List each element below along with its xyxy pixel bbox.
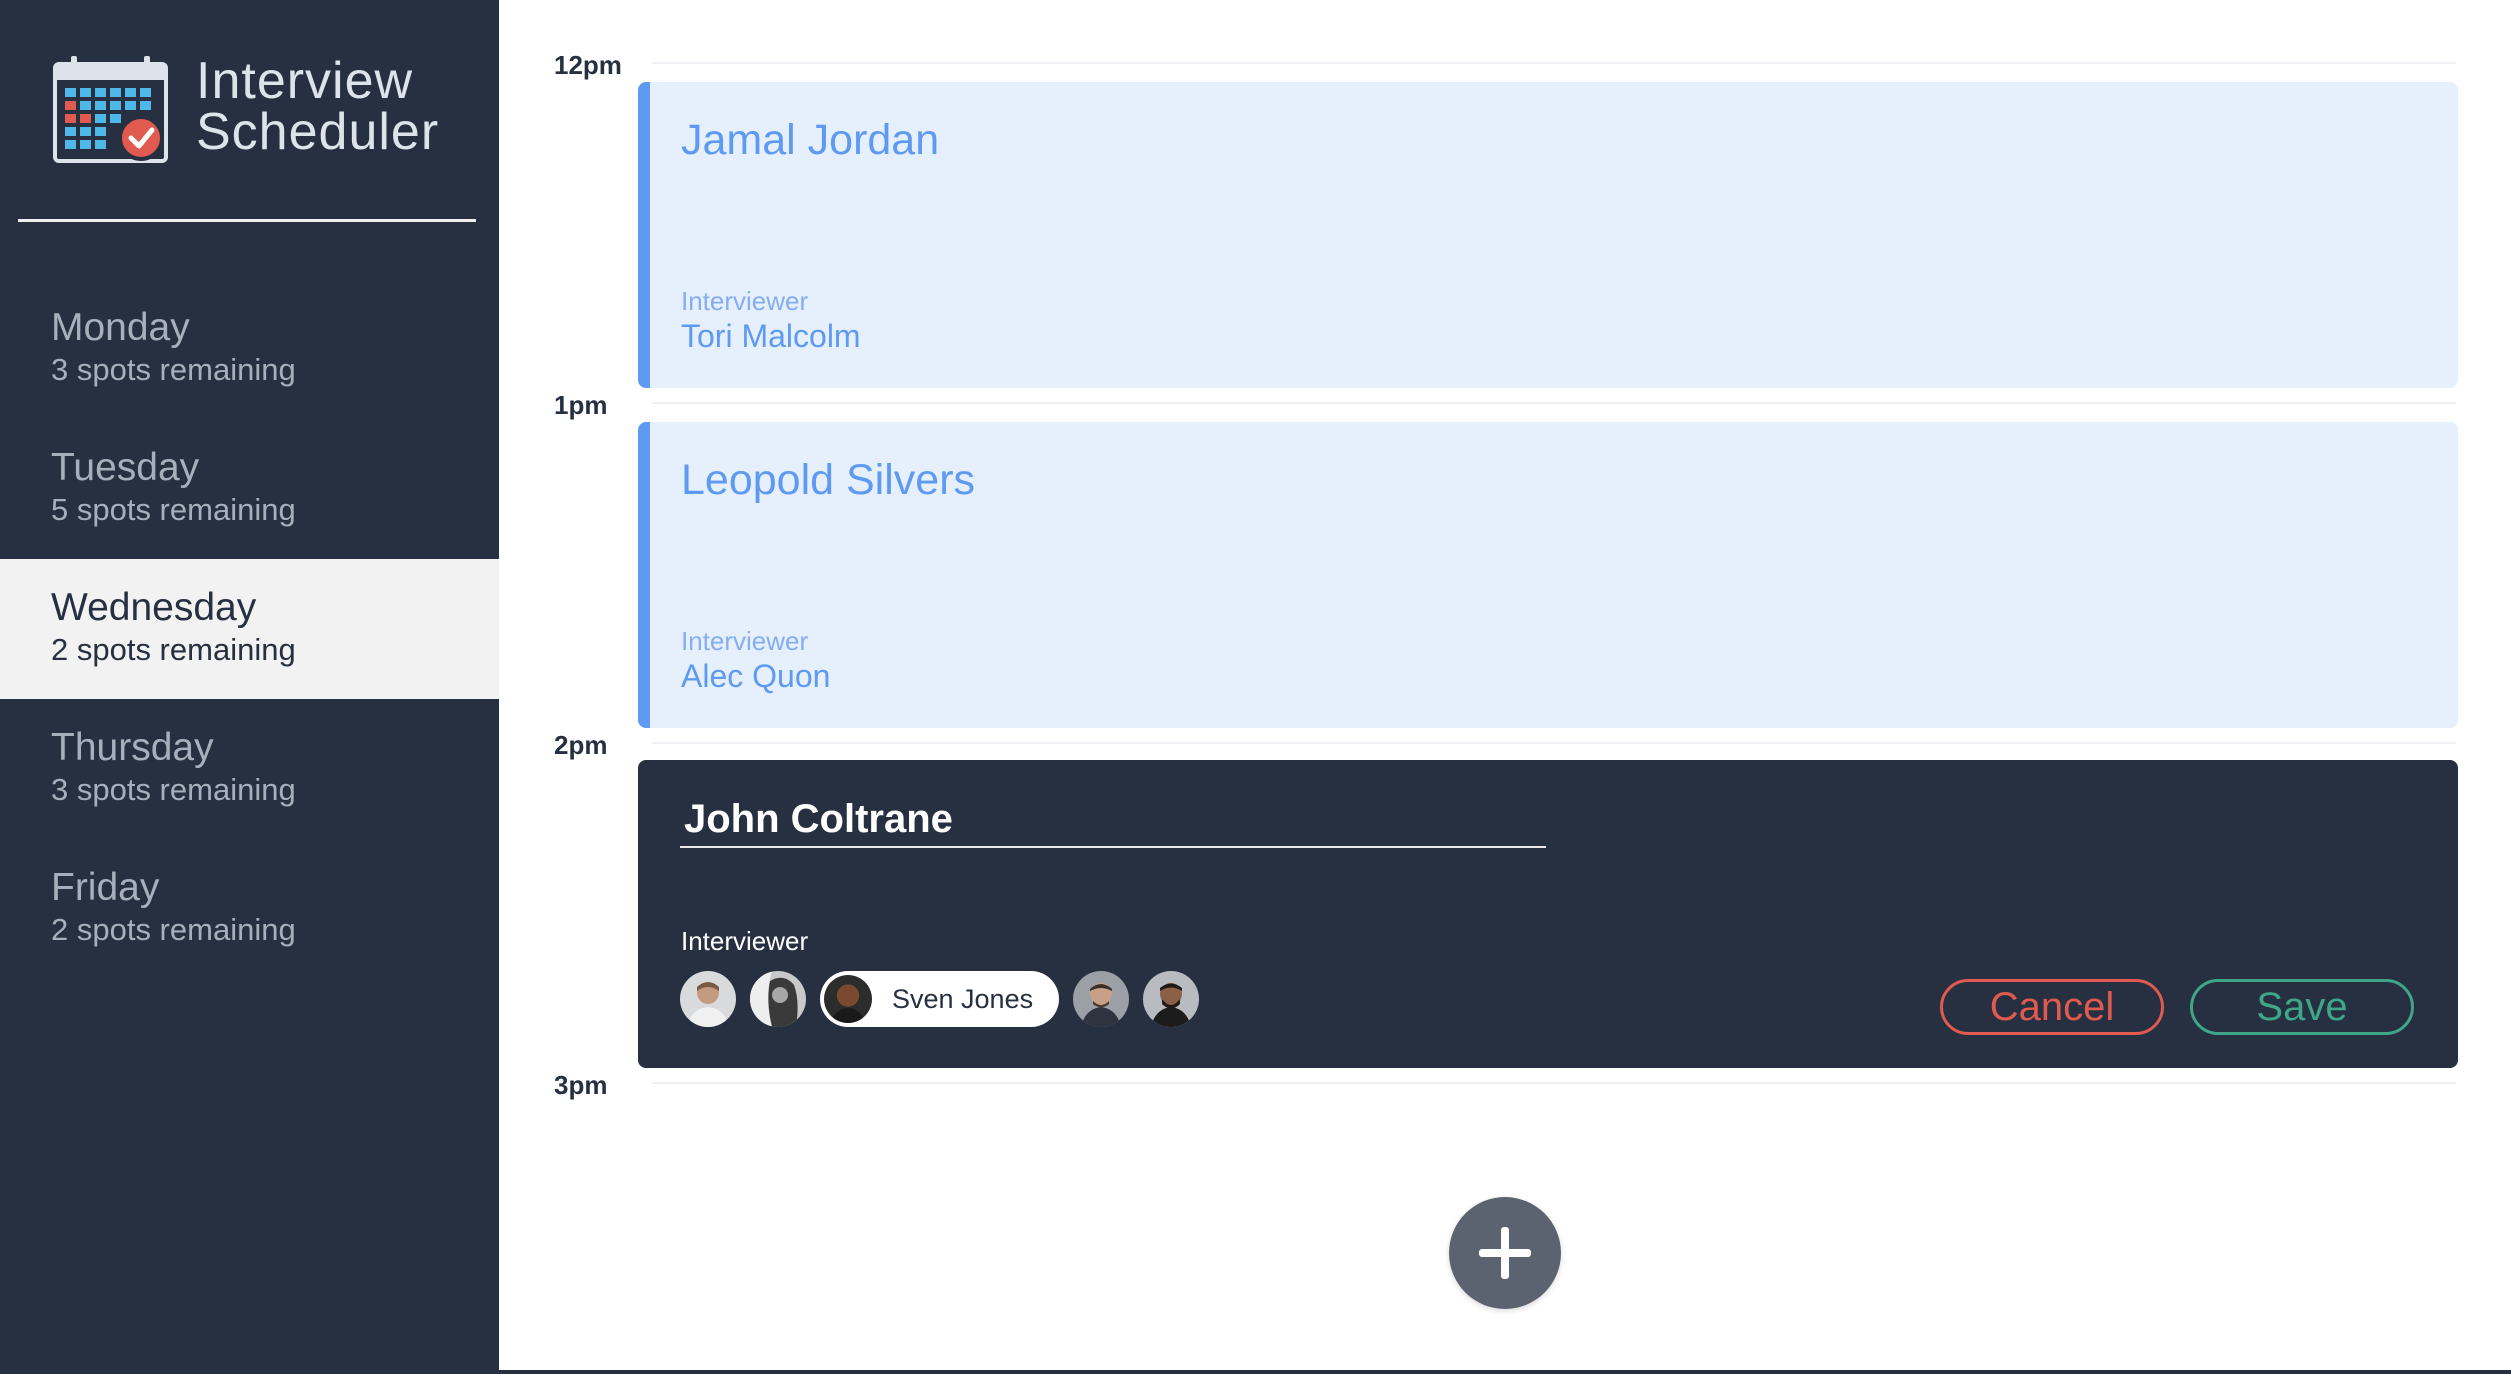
time-label-2pm: 2pm <box>554 730 608 760</box>
day-name: Thursday <box>51 726 214 769</box>
interviewer-avatar[interactable] <box>1143 971 1200 1027</box>
interviewer-label: Interviewer <box>681 926 809 956</box>
time-divider <box>652 62 2456 64</box>
sidebar: Interview Scheduler Monday 3 spots remai… <box>0 0 499 1374</box>
day-name: Monday <box>51 306 190 349</box>
interviewer-avatar[interactable] <box>680 971 736 1027</box>
selected-interviewer-name: Sven Jones <box>892 983 1034 1014</box>
student-name: Leopold Silvers <box>681 456 976 504</box>
app-title-line1: Interview <box>196 52 414 110</box>
time-divider <box>652 402 2456 404</box>
time-label-3pm: 3pm <box>554 1070 608 1100</box>
interviewer-label: Interviewer <box>681 626 809 656</box>
sidebar-divider <box>18 219 476 222</box>
appointment-card[interactable]: Leopold Silvers Interviewer Alec Quon <box>638 422 2458 728</box>
interviewer-name: Tori Malcolm <box>681 318 861 354</box>
calendar-check-icon <box>53 56 168 163</box>
interviewer-label: Interviewer <box>681 286 809 316</box>
time-label-12pm: 12pm <box>554 50 622 80</box>
bottom-border <box>499 1370 2511 1374</box>
day-item-tuesday[interactable]: Tuesday 5 spots remaining <box>0 419 499 559</box>
interviewer-avatar <box>824 975 872 1023</box>
app-title: Interview Scheduler <box>196 52 440 161</box>
day-spots: 5 spots remaining <box>51 492 296 527</box>
time-divider <box>652 1082 2456 1084</box>
day-spots: 3 spots remaining <box>51 352 296 387</box>
appointment-edit-form: Interviewer Sven Jones Cancel Save <box>638 760 2458 1068</box>
save-button[interactable]: Save <box>2190 979 2414 1035</box>
add-appointment-button[interactable] <box>1449 1197 1561 1309</box>
interviewer-avatar[interactable] <box>750 971 806 1027</box>
day-spots: 2 spots remaining <box>51 912 296 947</box>
interviewer-list: Sven Jones <box>680 971 1213 1027</box>
time-label-1pm: 1pm <box>554 390 608 420</box>
app-title-line2: Scheduler <box>196 103 440 161</box>
student-name-input[interactable] <box>680 792 1546 848</box>
day-item-wednesday[interactable]: Wednesday 2 spots remaining <box>0 559 499 699</box>
day-spots: 2 spots remaining <box>51 632 296 667</box>
day-name: Wednesday <box>51 586 257 629</box>
day-spots: 3 spots remaining <box>51 772 296 807</box>
interviewer-name: Alec Quon <box>681 658 831 694</box>
day-name: Friday <box>51 866 160 909</box>
day-item-friday[interactable]: Friday 2 spots remaining <box>0 839 499 979</box>
interviewer-avatar[interactable] <box>1073 971 1130 1027</box>
day-item-monday[interactable]: Monday 3 spots remaining <box>0 279 499 419</box>
student-name: Jamal Jordan <box>681 116 940 164</box>
selected-interviewer[interactable]: Sven Jones <box>820 971 1060 1027</box>
appointment-card[interactable]: Jamal Jordan Interviewer Tori Malcolm <box>638 82 2458 388</box>
plus-icon <box>1449 1197 1561 1309</box>
day-item-thursday[interactable]: Thursday 3 spots remaining <box>0 699 499 839</box>
day-name: Tuesday <box>51 446 200 489</box>
time-divider <box>652 742 2456 744</box>
cancel-button[interactable]: Cancel <box>1940 979 2164 1035</box>
